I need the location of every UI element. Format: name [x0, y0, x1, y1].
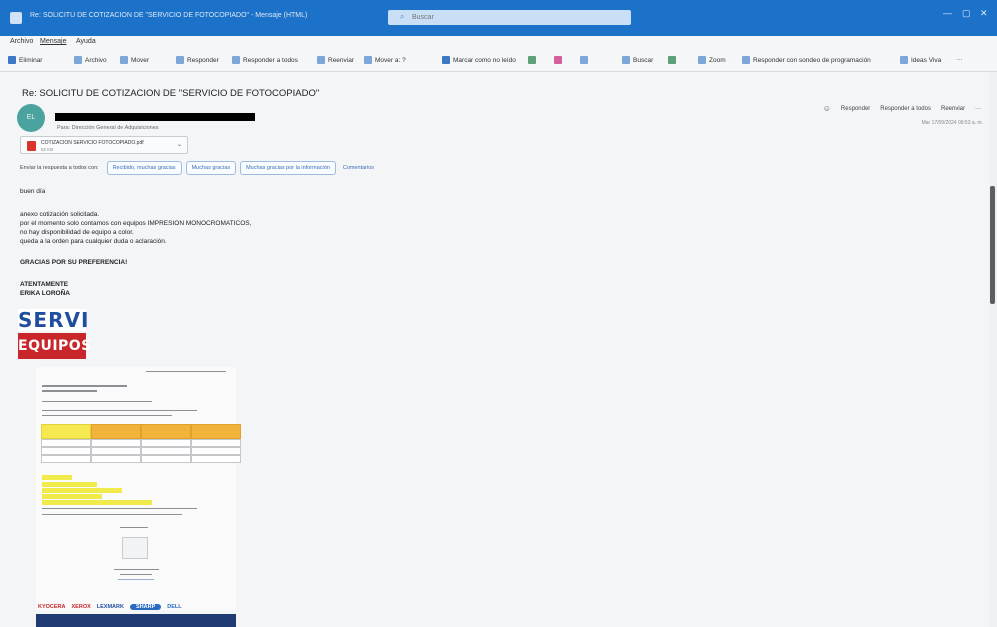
body-line: por el momento solo contamos con equipos…: [20, 220, 252, 227]
find-button[interactable]: Buscar: [622, 56, 653, 64]
move-to-button[interactable]: Mover a: ?: [364, 56, 406, 64]
reply-all-icon: [232, 56, 240, 64]
folder-icon: [120, 56, 128, 64]
sender-avatar[interactable]: EL: [17, 104, 45, 132]
body-line: anexo cotización solicitada.: [20, 211, 100, 218]
body-line: no hay disponibilidad de equipo a color.: [20, 229, 134, 236]
sensitivity-button[interactable]: [580, 56, 588, 64]
archive-button[interactable]: Archivo: [74, 56, 107, 64]
menu-archivo[interactable]: Archivo: [10, 38, 33, 45]
brand-sharp: SHARP: [129, 604, 162, 610]
comments-link[interactable]: Comentarios: [343, 165, 374, 171]
table-row: [41, 455, 241, 463]
menu-ayuda[interactable]: Ayuda: [76, 38, 96, 45]
brand-lexmark: LEXMARK: [96, 604, 124, 610]
lightbulb-icon: [900, 56, 908, 64]
quote-table-header: [41, 424, 241, 439]
reply-button[interactable]: Responder: [176, 56, 219, 64]
move-to-icon: [364, 56, 372, 64]
quick-reply-label: Enviar la respuesta a todos con:: [20, 165, 99, 171]
brand-dell: DELL: [167, 604, 182, 610]
body-closing: ATENTAMENTE: [20, 281, 69, 288]
flag-button[interactable]: [554, 56, 562, 64]
body-thanks: GRACIAS POR SU PREFERENCIA!: [20, 259, 128, 266]
outlook-icon: [10, 12, 22, 24]
reply-action[interactable]: Responder: [841, 106, 870, 112]
reply-all-action[interactable]: Responder a todos: [880, 106, 931, 112]
archive-icon: [74, 56, 82, 64]
pdf-icon: [27, 141, 36, 151]
logo-bottom-text: EQUIPOS: [18, 333, 91, 359]
scrollbar-thumb[interactable]: [990, 186, 995, 304]
quick-replies: Enviar la respuesta a todos con: Recibid…: [20, 161, 374, 175]
category-icon: [528, 56, 536, 64]
quick-reply-chip[interactable]: Recibido, muchas gracias: [106, 161, 182, 175]
mark-unread-button[interactable]: Marcar como no leído: [442, 56, 516, 64]
trash-icon: [8, 56, 16, 64]
quick-reply-chip[interactable]: Muchas gracias: [185, 161, 237, 175]
brand-kyocera: KYOCERA: [38, 604, 66, 610]
brand-xerox: XEROX: [71, 604, 91, 610]
window-title: Re: SOLICITU DE COTIZACION DE "SERVICIO …: [30, 12, 308, 19]
flag-icon: [554, 56, 562, 64]
shield-icon: [580, 56, 588, 64]
message-date: Mar 17/09/2024 09:53 a. m.: [921, 120, 983, 126]
emoji-icon[interactable]: ☺: [823, 104, 831, 113]
more-actions[interactable]: ···: [975, 106, 981, 112]
message-subject: Re: SOLICITU DE COTIZACION DE "SERVICIO …: [22, 88, 320, 99]
table-row: [41, 447, 241, 455]
body-greeting: buen día: [20, 188, 46, 195]
forward-button[interactable]: Reenviar: [317, 56, 354, 64]
brand-strip: KYOCERA XEROX LEXMARK SHARP DELL: [36, 600, 236, 614]
attachment-card[interactable]: COTIZACION SERVICIO FOTOCOPIADO.pdf 52 K…: [20, 136, 188, 154]
scrollbar-track[interactable]: [989, 72, 997, 627]
body-line: queda a la orden para cualquier duda o a…: [20, 238, 167, 245]
redacted-sender: [55, 113, 255, 121]
viva-ideas-button[interactable]: Ideas Viva: [900, 56, 941, 64]
attachment-size: 52 KB: [41, 147, 54, 152]
envelope-icon: [442, 56, 450, 64]
forward-action[interactable]: Reenviar: [941, 106, 965, 112]
table-row: [41, 439, 241, 447]
zoom-button[interactable]: Zoom: [698, 56, 726, 64]
message-actions: ☺ Responder Responder a todos Reenviar ·…: [823, 104, 981, 113]
menu-mensaje[interactable]: Mensaje: [40, 38, 66, 45]
categorize-button[interactable]: [528, 56, 536, 64]
quote-table: [41, 424, 241, 463]
maximize-icon[interactable]: ▢: [962, 8, 971, 19]
quick-reply-chip[interactable]: Muchas gracias por la información: [240, 161, 336, 175]
ribbon-toolbar: Eliminar Archivo Mover Responder Respond…: [0, 50, 997, 72]
search-icon: ⌕: [400, 12, 405, 21]
body-signature: ERIKA LOROÑA: [20, 290, 70, 297]
signature-stamp: [122, 537, 148, 559]
calendar-icon: [742, 56, 750, 64]
minimize-icon[interactable]: —: [943, 8, 952, 18]
embedded-quote-image: [36, 367, 241, 610]
search-input[interactable]: [412, 13, 612, 22]
find-icon: [622, 56, 630, 64]
ribbon-more-button[interactable]: ···: [956, 56, 963, 63]
chevron-down-icon[interactable]: ⌄: [177, 141, 182, 148]
attachment-name: COTIZACION SERVICIO FOTOCOPIADO.pdf: [41, 140, 144, 146]
delete-button[interactable]: Eliminar: [8, 56, 42, 64]
close-icon[interactable]: ✕: [980, 8, 988, 19]
logo-top-text: SERVI: [18, 308, 90, 332]
zoom-icon: [698, 56, 706, 64]
forward-icon: [317, 56, 325, 64]
title-bar: Re: SOLICITU DE COTIZACION DE "SERVICIO …: [0, 0, 997, 36]
search-box[interactable]: ⌕: [388, 10, 631, 25]
recipient-line: Para: Dirección General de Adquisiciones: [57, 125, 159, 131]
company-logo: SERVI EQUIPOS: [18, 308, 91, 359]
reading-pane: Re: SOLICITU DE COTIZACION DE "SERVICIO …: [0, 72, 997, 627]
apps-icon: [668, 56, 676, 64]
move-button[interactable]: Mover: [120, 56, 149, 64]
apps-button[interactable]: [668, 56, 676, 64]
reply-schedule-button[interactable]: Responder con sondeo de programación: [742, 56, 871, 64]
menu-bar: Archivo Mensaje Ayuda: [0, 36, 997, 50]
reply-icon: [176, 56, 184, 64]
reply-all-button[interactable]: Responder a todos: [232, 56, 298, 64]
signature-footer: [36, 614, 236, 627]
